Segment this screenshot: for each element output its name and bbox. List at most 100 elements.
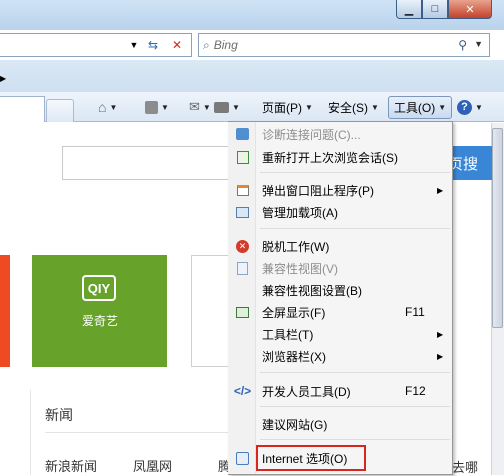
print-button[interactable]: ▼ xyxy=(214,96,240,118)
menu-item-label: 全屏显示(F) xyxy=(262,305,326,320)
menu-separator xyxy=(260,172,450,173)
stop-icon: ✕ xyxy=(171,38,183,52)
news-link[interactable]: 去哪 xyxy=(452,457,478,476)
scrollbar-thumb[interactable] xyxy=(492,128,503,328)
tools-menu-label: 工具(O) xyxy=(393,101,436,115)
magnifier-icon[interactable]: ⚲ xyxy=(458,38,467,52)
minimize-icon: ▁ xyxy=(404,3,414,16)
work-offline-icon: ✕ xyxy=(229,239,256,253)
menu-item-shortcut: F11 xyxy=(405,305,425,319)
chevron-down-icon: ▼ xyxy=(232,102,240,112)
site-tile-red[interactable] xyxy=(0,255,10,367)
menu-item-label: 诊断连接问题(C)... xyxy=(262,127,361,142)
close-icon: ✕ xyxy=(465,3,475,16)
menu-item-label: 兼容性视图设置(B) xyxy=(262,283,362,298)
page-menu-label: 页面(P) xyxy=(262,100,302,115)
browser-tab[interactable] xyxy=(0,96,45,122)
menu-item-manage-addons[interactable]: 管理加载项(A) xyxy=(229,201,451,223)
menu-item-label: 管理加载项(A) xyxy=(262,205,338,220)
submenu-arrow-icon: ▶ xyxy=(437,351,444,361)
menu-item-label: 弹出窗口阻止程序(P) xyxy=(262,183,374,198)
new-tab-button[interactable] xyxy=(46,99,74,122)
refresh-icon: ⇆ xyxy=(147,38,159,52)
menu-item-label: 兼容性视图(V) xyxy=(262,261,338,276)
printer-icon xyxy=(214,101,229,113)
help-button[interactable]: ? ▼ xyxy=(457,96,483,118)
chevron-down-icon: ▼ xyxy=(305,102,313,112)
rss-feed-icon xyxy=(145,100,158,114)
chevron-down-icon: ▼ xyxy=(161,102,169,112)
compat-view-icon xyxy=(229,261,256,275)
stop-button[interactable]: ✕ xyxy=(168,36,186,54)
menu-item-suggested-sites[interactable]: 建议网站(G) xyxy=(229,413,451,435)
news-link[interactable]: 凤凰网 xyxy=(133,456,172,475)
address-dropdown-button[interactable]: ▼ xyxy=(125,36,143,54)
developer-tools-icon: </> xyxy=(233,384,252,398)
internet-options-icon xyxy=(229,451,256,465)
divider xyxy=(45,432,245,433)
highlight-box xyxy=(256,445,366,471)
iqiyi-logo-icon: QIY xyxy=(82,275,116,301)
news-heading: 新闻 xyxy=(45,407,73,423)
news-link[interactable]: 新浪新闻 xyxy=(45,456,97,475)
chevron-down-icon: ▼ xyxy=(371,102,379,112)
menu-item-label: 脱机工作(W) xyxy=(262,239,330,254)
menu-item-explorer-bars[interactable]: 浏览器栏(X) ▶ xyxy=(229,345,451,367)
maximize-button[interactable]: □ xyxy=(422,0,448,19)
chevron-down-icon: ▼ xyxy=(129,40,139,50)
chevron-down-icon: ▼ xyxy=(109,102,118,112)
read-mail-button[interactable]: ✉ ▼ xyxy=(189,96,211,118)
chevron-down-icon: ▼ xyxy=(438,103,447,112)
reopen-session-icon xyxy=(229,150,256,164)
menu-item-label: 重新打开上次浏览会话(S) xyxy=(262,150,398,165)
menu-item-fullscreen[interactable]: 全屏显示(F) F11 xyxy=(229,301,451,323)
feeds-button[interactable]: ▼ xyxy=(145,96,169,118)
home-icon: ⌂ xyxy=(98,99,107,115)
menu-item-diagnose[interactable]: 诊断连接问题(C)... xyxy=(229,123,451,145)
menu-separator xyxy=(260,372,450,373)
chevron-down-icon: ▼ xyxy=(202,102,211,112)
minimize-button[interactable]: ▁ xyxy=(396,0,422,19)
menu-item-shortcut: F12 xyxy=(405,384,426,398)
chevron-down-icon: ▼ xyxy=(475,102,483,112)
search-icon: ⌕ xyxy=(203,37,210,52)
maximize-icon: □ xyxy=(431,3,439,15)
mail-icon: ✉ xyxy=(189,99,200,114)
popup-blocker-icon xyxy=(229,184,256,196)
close-button[interactable]: ✕ xyxy=(448,0,492,19)
menu-separator xyxy=(260,228,450,229)
menu-item-compat-view-settings[interactable]: 兼容性视图设置(B) xyxy=(229,279,451,301)
home-button[interactable]: ⌂ ▼ xyxy=(98,96,117,118)
addons-icon xyxy=(229,206,256,218)
menu-strip-chevron-icon[interactable]: ▶ xyxy=(0,74,6,83)
menu-item-developer-tools[interactable]: </> 开发人员工具(D) F12 xyxy=(229,380,451,402)
menu-separator xyxy=(260,406,450,407)
menu-separator xyxy=(260,439,450,440)
menu-item-compat-view[interactable]: 兼容性视图(V) xyxy=(229,257,451,279)
menu-item-label: 浏览器栏(X) xyxy=(262,349,326,364)
site-tile-iqiyi[interactable] xyxy=(32,255,167,367)
submenu-arrow-icon: ▶ xyxy=(437,185,444,195)
search-placeholder: Bing xyxy=(213,38,238,52)
menu-item-label: 建议网站(G) xyxy=(262,417,328,432)
diagnose-icon xyxy=(229,128,256,140)
menu-item-reopen-session[interactable]: 重新打开上次浏览会话(S) xyxy=(229,146,451,168)
search-provider-dropdown-icon[interactable]: ▼ xyxy=(474,39,483,49)
help-icon: ? xyxy=(457,99,472,115)
tools-menu-button[interactable]: 工具(O) ▼ xyxy=(388,96,452,119)
menu-item-label: 开发人员工具(D) xyxy=(262,384,351,399)
menu-item-label: 工具栏(T) xyxy=(262,327,314,342)
safety-menu-label: 安全(S) xyxy=(328,100,368,115)
safety-menu-button[interactable]: 安全(S) ▼ xyxy=(328,96,379,118)
fullscreen-icon xyxy=(229,306,256,318)
search-box[interactable]: ⌕ Bing ⚲ ▼ xyxy=(198,33,490,57)
menu-strip xyxy=(0,60,504,92)
menu-item-toolbars[interactable]: 工具栏(T) ▶ xyxy=(229,323,451,345)
menu-item-popup-blocker[interactable]: 弹出窗口阻止程序(P) ▶ xyxy=(229,179,451,201)
submenu-arrow-icon: ▶ xyxy=(437,329,444,339)
address-bar[interactable] xyxy=(0,33,192,57)
site-tile-label: 爱奇艺 xyxy=(81,314,118,328)
page-menu-button[interactable]: 页面(P) ▼ xyxy=(262,96,313,118)
refresh-button[interactable]: ⇆ xyxy=(144,36,162,54)
menu-item-work-offline[interactable]: ✕ 脱机工作(W) xyxy=(229,235,451,257)
